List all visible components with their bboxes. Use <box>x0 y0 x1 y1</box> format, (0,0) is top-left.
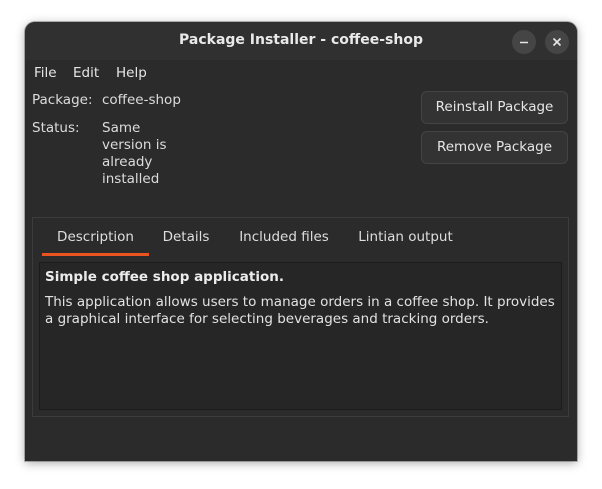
description-title: Simple coffee shop application. <box>45 269 284 285</box>
titlebar[interactable]: Package Installer - coffee-shop <box>25 22 577 60</box>
package-installer-window: Package Installer - coffee-shop File Edi… <box>25 22 577 461</box>
menubar: File Edit Help <box>25 60 577 86</box>
reinstall-package-button[interactable]: Reinstall Package <box>421 91 568 124</box>
window-title: Package Installer - coffee-shop <box>179 32 423 48</box>
package-label: Package: <box>32 92 93 108</box>
remove-package-button[interactable]: Remove Package <box>421 131 568 164</box>
details-notebook: Description Details Included files Linti… <box>32 217 569 417</box>
close-icon <box>552 37 562 47</box>
description-body: This application allows users to manage … <box>45 294 555 327</box>
minimize-button[interactable] <box>512 30 536 54</box>
package-value: coffee-shop <box>102 92 181 108</box>
tab-included-files[interactable]: Included files <box>232 218 336 256</box>
tab-lintian-output[interactable]: Lintian output <box>352 218 459 256</box>
description-panel[interactable]: Simple coffee shop application. This app… <box>39 262 562 410</box>
menu-help[interactable]: Help <box>116 65 147 81</box>
status-value: Same version is already installed <box>102 120 167 187</box>
close-button[interactable] <box>545 30 569 54</box>
status-label: Status: <box>32 120 80 136</box>
tab-details[interactable]: Details <box>156 218 216 256</box>
menu-edit[interactable]: Edit <box>73 65 99 81</box>
tab-description[interactable]: Description <box>42 218 149 256</box>
menu-file[interactable]: File <box>34 65 57 81</box>
minimize-icon <box>520 41 528 44</box>
